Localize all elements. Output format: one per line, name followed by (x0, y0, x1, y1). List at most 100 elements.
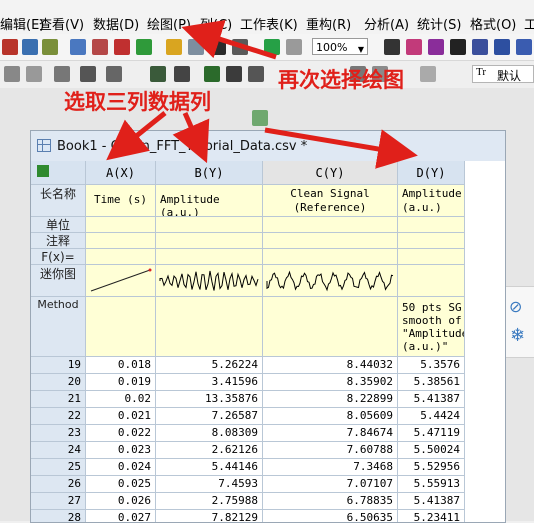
menu-column[interactable]: 列(C) (200, 14, 232, 33)
sort-worksheet-icon[interactable] (248, 66, 264, 82)
units-a[interactable] (86, 217, 156, 233)
column-header-d[interactable]: D(Y) (398, 161, 465, 185)
cell-c[interactable]: 6.78835 (263, 493, 398, 510)
formula-d[interactable] (398, 249, 465, 265)
cell-a[interactable]: 0.026 (86, 493, 156, 510)
cell-a[interactable]: 0.025 (86, 476, 156, 493)
snowflake-icon[interactable]: ❄ (510, 325, 525, 346)
cell-c[interactable]: 7.84674 (263, 425, 398, 442)
cell-c[interactable]: 8.35902 (263, 374, 398, 391)
cell-d[interactable]: 5.23411 (398, 510, 465, 522)
statistics-on-columns-icon[interactable] (150, 66, 166, 82)
cell-c[interactable]: 7.60788 (263, 442, 398, 459)
cell-b[interactable]: 7.82129 (156, 510, 263, 522)
row-number[interactable]: 19 (31, 357, 86, 374)
menu-analysis[interactable]: 分析(A) (364, 14, 409, 33)
column-header-b[interactable]: B(Y) (156, 161, 263, 185)
cell-a[interactable]: 0.023 (86, 442, 156, 459)
pin-icon[interactable] (80, 66, 96, 82)
long-name-b[interactable]: Amplitude (a.u.) (156, 185, 263, 217)
cell-b[interactable]: 2.62126 (156, 442, 263, 459)
project-explorer-icon[interactable] (472, 39, 488, 55)
select-all-corner[interactable] (31, 161, 86, 185)
cell-a[interactable]: 0.02 (86, 391, 156, 408)
open-folder-icon[interactable] (166, 39, 182, 55)
method-c[interactable] (263, 297, 398, 357)
formula-b[interactable] (156, 249, 263, 265)
hide-icon[interactable]: ⊘ (509, 297, 522, 316)
comments-b[interactable] (156, 233, 263, 249)
open-template-icon[interactable] (188, 39, 204, 55)
column-header-c[interactable]: C(Y) (263, 161, 398, 185)
results-log-icon[interactable] (494, 39, 510, 55)
cell-c[interactable]: 7.07107 (263, 476, 398, 493)
convert-icon[interactable] (420, 66, 436, 82)
row-number[interactable]: 27 (31, 493, 86, 510)
cell-c[interactable]: 8.22899 (263, 391, 398, 408)
cell-c[interactable]: 8.05609 (263, 408, 398, 425)
cell-b[interactable]: 13.35876 (156, 391, 263, 408)
units-b[interactable] (156, 217, 263, 233)
new-matrix-icon[interactable] (70, 39, 86, 55)
sparkline-b[interactable] (156, 265, 263, 297)
cell-b[interactable]: 5.26224 (156, 357, 263, 374)
statistics-on-rows-icon[interactable] (174, 66, 190, 82)
cell-b[interactable]: 7.26587 (156, 408, 263, 425)
export-data-icon[interactable] (204, 66, 220, 82)
auto-update-icon[interactable] (286, 39, 302, 55)
comments-c[interactable] (263, 233, 398, 249)
long-name-c[interactable]: Clean Signal (Reference) (263, 185, 398, 217)
row-number[interactable]: 26 (31, 476, 86, 493)
cell-b[interactable]: 2.75988 (156, 493, 263, 510)
menu-reshape[interactable]: 重构(R) (306, 14, 351, 33)
cell-d[interactable]: 5.55913 (398, 476, 465, 493)
save-template-icon[interactable] (232, 39, 248, 55)
cell-b[interactable]: 8.08309 (156, 425, 263, 442)
cell-b[interactable]: 3.41596 (156, 374, 263, 391)
add-row-icon[interactable] (26, 66, 42, 82)
method-a[interactable] (86, 297, 156, 357)
long-name-d[interactable]: Amplitude (a.u.) (398, 185, 465, 217)
row-number[interactable]: 20 (31, 374, 86, 391)
print-icon[interactable] (384, 39, 400, 55)
menu-view[interactable]: 查看(V) (39, 14, 84, 33)
workbook-titlebar[interactable]: Book1 - Origin_FFT_Tutorial_Data.csv * (31, 131, 505, 162)
cell-d[interactable]: 5.3576 (398, 357, 465, 374)
cell-d[interactable]: 5.50024 (398, 442, 465, 459)
column-header-a[interactable]: A(X) (86, 161, 156, 185)
method-d[interactable]: 50 pts SG smooth of "Amplitude (a.u.)" (398, 297, 465, 357)
sort-column-icon[interactable] (226, 66, 242, 82)
new-workbook-icon[interactable] (22, 39, 38, 55)
cell-a[interactable]: 0.027 (86, 510, 156, 522)
save-icon[interactable] (210, 39, 226, 55)
long-name-a[interactable]: Time (s) (86, 185, 156, 217)
menu-more[interactable]: 工 (524, 14, 534, 33)
cell-a[interactable]: 0.019 (86, 374, 156, 391)
undo-icon[interactable] (106, 66, 122, 82)
menu-worksheet[interactable]: 工作表(K) (240, 14, 298, 33)
font-select[interactable]: Tr 默认 (472, 65, 534, 83)
code-builder-icon[interactable] (450, 39, 466, 55)
menu-data[interactable]: 数据(D) (93, 14, 139, 33)
cell-d[interactable]: 5.47119 (398, 425, 465, 442)
cell-d[interactable]: 5.41387 (398, 493, 465, 510)
menu-plot[interactable]: 绘图(P) (147, 14, 191, 33)
cell-a[interactable]: 0.018 (86, 357, 156, 374)
row-number[interactable]: 25 (31, 459, 86, 476)
command-window-icon[interactable] (516, 39, 532, 55)
cell-b[interactable]: 5.44146 (156, 459, 263, 476)
sparkline-d[interactable] (398, 265, 465, 297)
cell-d[interactable]: 5.4424 (398, 408, 465, 425)
cell-d[interactable]: 5.41387 (398, 391, 465, 408)
set-column-icon[interactable] (54, 66, 70, 82)
units-d[interactable] (398, 217, 465, 233)
sparkline-a[interactable] (86, 265, 156, 297)
add-column-icon[interactable] (4, 66, 20, 82)
cell-b[interactable]: 7.4593 (156, 476, 263, 493)
new-project-icon[interactable] (2, 39, 18, 55)
cell-a[interactable]: 0.022 (86, 425, 156, 442)
comments-d[interactable] (398, 233, 465, 249)
formula-a[interactable] (86, 249, 156, 265)
row-number[interactable]: 23 (31, 425, 86, 442)
units-c[interactable] (263, 217, 398, 233)
